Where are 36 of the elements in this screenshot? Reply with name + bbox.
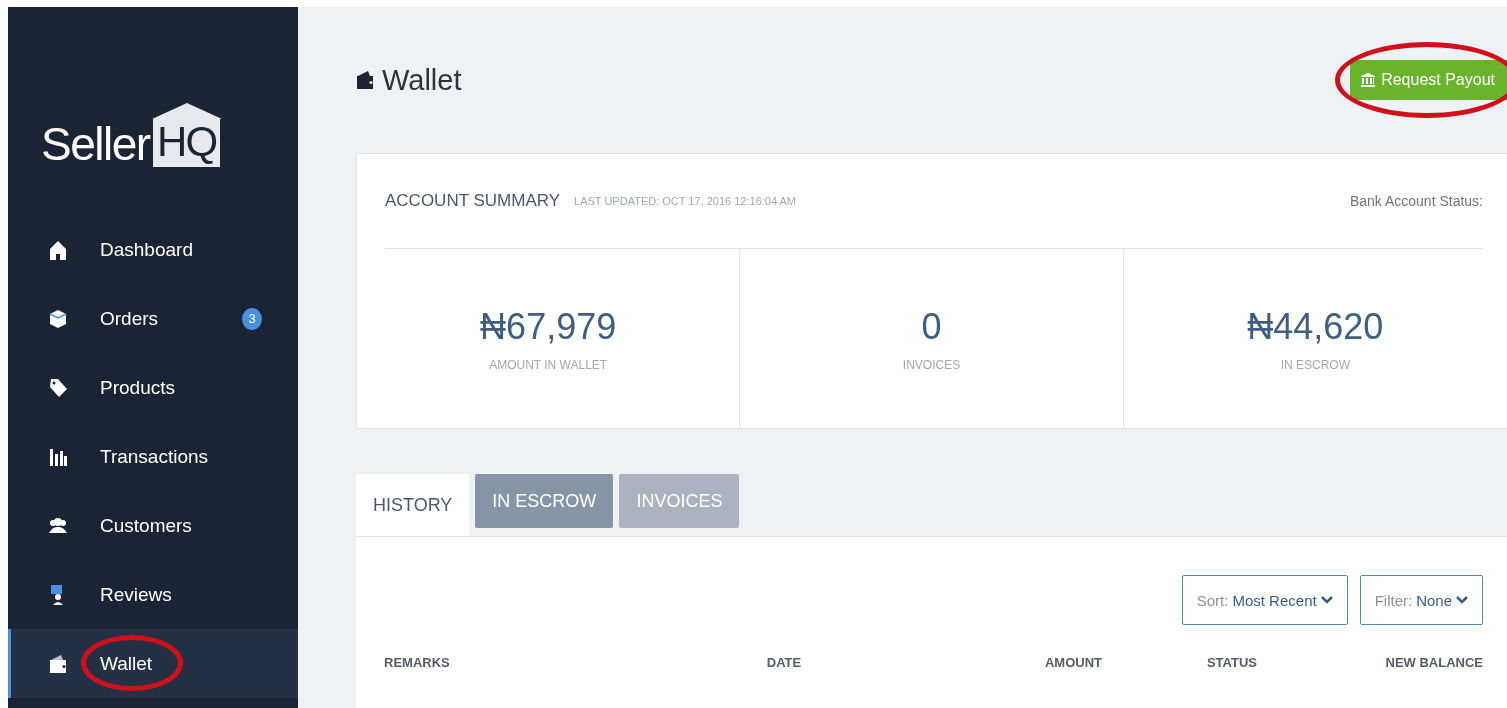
column-header: REMARKS <box>384 655 451 670</box>
sort-dropdown[interactable]: Sort: Most Recent <box>1181 575 1348 625</box>
stat-value: ₦67,979 <box>480 305 617 348</box>
bank-icon <box>1360 72 1377 88</box>
column-header: STATUS <box>1205 655 1259 670</box>
wallet-icon <box>354 69 376 91</box>
sidebar-item[interactable]: Orders 3 <box>8 284 298 353</box>
wallet-icon <box>48 652 68 675</box>
sidebar-item[interactable]: Products <box>8 353 298 422</box>
count-badge: 3 <box>242 307 262 330</box>
column-header: AMOUNT <box>1043 655 1102 670</box>
chevron-icon <box>1456 595 1468 605</box>
sidebar-item[interactable]: Wallet <box>8 629 298 698</box>
sidebar-item[interactable]: Reviews <box>8 560 298 629</box>
stat-label: INVOICES <box>902 357 961 372</box>
tab[interactable]: HISTORY <box>356 474 470 536</box>
last-updated: LAST UPDATED: OCT 17, 2016 12:16:04 AM <box>574 195 796 207</box>
box-icon <box>48 307 68 330</box>
filter-dropdown[interactable]: Filter: None <box>1359 575 1483 625</box>
stat-value: ₦44,620 <box>1247 305 1384 348</box>
stat-label: AMOUNT IN WALLET <box>489 357 608 372</box>
card-title: ACCOUNT SUMMARY <box>385 191 561 211</box>
stat-value: 0 <box>921 305 942 348</box>
sidebar-item[interactable]: Transactions <box>8 422 298 491</box>
page-title: Wallet <box>354 63 462 97</box>
sidebar-item[interactable]: Dashboard <box>8 215 298 284</box>
sidebar-item[interactable]: Customers <box>8 491 298 560</box>
bank-status-label: Bank Account Status: <box>1349 193 1483 209</box>
stat-label: IN ESCROW <box>1280 357 1350 372</box>
tag-icon <box>48 376 68 399</box>
column-header: NEW BALANCE <box>1384 655 1483 670</box>
roof-icon <box>151 103 222 119</box>
home-icon <box>48 238 68 261</box>
chevron-icon <box>1320 595 1333 605</box>
logo-text: Seller <box>41 121 150 167</box>
column-header: DATE <box>765 655 803 670</box>
